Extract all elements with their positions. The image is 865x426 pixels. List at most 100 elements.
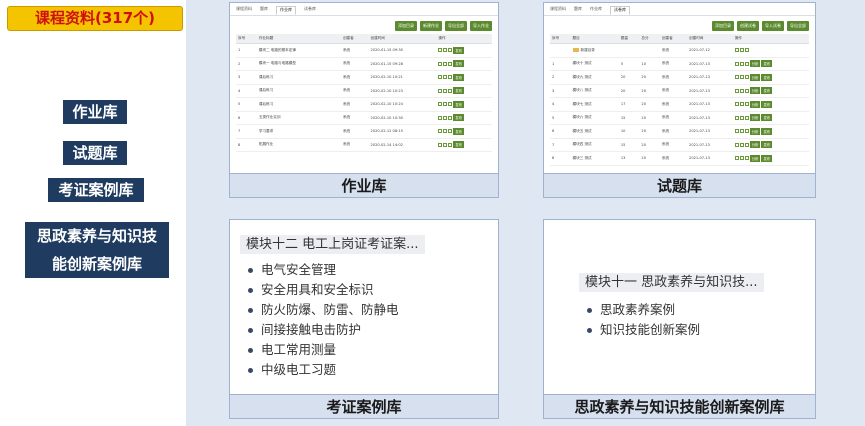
edit-icon[interactable] [734,142,739,147]
view-icon[interactable] [744,88,749,93]
copy-icon[interactable] [443,142,448,147]
mini-tab[interactable]: 试卷库 [304,6,316,15]
mini-action-button[interactable]: 导入作业 [470,21,492,31]
mini-action-button[interactable]: 新建作业 [420,21,442,31]
copy-icon[interactable] [739,48,744,53]
mini-action-button[interactable]: 导入试卷 [762,21,784,31]
row-op-button[interactable]: 发布 [761,141,773,149]
folder-row[interactable]: 新建目录 系统 2021-07-12 [550,43,809,58]
mini-action-button[interactable]: 添加目录 [395,21,417,31]
view-icon[interactable] [448,129,453,134]
edit-icon[interactable] [734,61,739,66]
row-op-button[interactable]: 分析 [749,141,761,149]
row-op-button[interactable]: 分析 [749,114,761,122]
edit-icon[interactable] [734,75,739,80]
view-icon[interactable] [744,102,749,107]
edit-icon[interactable] [438,102,443,107]
view-icon[interactable] [448,61,453,66]
table-row[interactable]: 2 模块九 测试 20 20 系统 2021-07-13 分析 发布 [550,70,809,85]
mini-tab[interactable]: 题库 [260,6,268,15]
copy-icon[interactable] [443,129,448,134]
nav-ideology-innovation-case-library[interactable]: 思政素养与知识技 能创新案例库 [25,222,169,278]
mini-tab[interactable]: 题库 [574,6,582,15]
mini-action-button[interactable]: 添加目录 [712,21,734,31]
nav-certification-case-library[interactable]: 考证案例库 [48,178,144,202]
view-icon[interactable] [448,88,453,93]
table-row[interactable]: 1 模块十 测试 5 10 系统 2021-07-13 分析 发布 [550,57,809,71]
table-row[interactable]: 2 模块一 电路与电路模型 系统 2020-01-15 09:28 发布 [236,57,492,71]
edit-icon[interactable] [438,61,443,66]
copy-icon[interactable] [739,61,744,66]
copy-icon[interactable] [739,102,744,107]
row-op-button[interactable]: 发布 [761,100,773,108]
table-row[interactable]: 5 模块六 测试 15 20 系统 2021-07-13 分析 发布 [550,111,809,125]
copy-icon[interactable] [739,88,744,93]
mini-action-button[interactable]: 创建试卷 [737,21,759,31]
view-icon[interactable] [744,129,749,134]
edit-icon[interactable] [734,115,739,120]
row-op-button[interactable]: 发布 [761,73,773,81]
table-row[interactable]: 3 模块八 测试 20 20 系统 2021-07-13 分析 发布 [550,84,809,98]
row-op-button[interactable]: 发布 [761,60,773,68]
table-row[interactable]: 7 学习要求 系统 2020-02-12 08:15 发布 [236,124,492,139]
view-icon[interactable] [744,156,749,161]
row-op-button[interactable]: 分析 [749,127,761,135]
row-op-button[interactable]: 发布 [761,114,773,122]
copy-icon[interactable] [443,115,448,120]
mini-action-button[interactable]: 导出全部 [445,21,467,31]
mini-tab[interactable]: 课程资料 [236,6,252,15]
edit-icon[interactable] [734,102,739,107]
edit-icon[interactable] [734,129,739,134]
edit-icon[interactable] [438,115,443,120]
mini-tab[interactable]: 作业库 [276,6,296,15]
view-icon[interactable] [744,142,749,147]
edit-icon[interactable] [734,88,739,93]
mini-tab[interactable]: 试卷库 [610,6,630,15]
row-op-button[interactable]: 发布 [453,87,465,95]
copy-icon[interactable] [739,75,744,80]
row-op-button[interactable]: 发布 [453,114,465,122]
edit-icon[interactable] [438,48,443,53]
table-row[interactable]: 5 课后练习 系统 2020-02-10 10:24 发布 [236,97,492,112]
view-icon[interactable] [448,48,453,53]
row-op-button[interactable]: 发布 [453,127,465,135]
mini-action-button[interactable]: 导出全部 [787,21,809,31]
row-op-button[interactable]: 发布 [761,87,773,95]
view-icon[interactable] [744,48,749,53]
edit-icon[interactable] [734,156,739,161]
row-op-button[interactable]: 发布 [761,154,773,162]
copy-icon[interactable] [739,129,744,134]
nav-question-library[interactable]: 试题库 [63,141,127,165]
view-icon[interactable] [448,102,453,107]
copy-icon[interactable] [739,115,744,120]
nav-homework-library[interactable]: 作业库 [63,100,127,124]
table-row[interactable]: 6 模块五 测试 10 20 系统 2021-07-13 分析 发布 [550,124,809,139]
row-op-button[interactable]: 发布 [453,141,465,149]
row-op-button[interactable]: 发布 [453,73,465,81]
copy-icon[interactable] [443,88,448,93]
view-icon[interactable] [744,61,749,66]
row-op-button[interactable]: 发布 [761,127,773,135]
row-op-button[interactable]: 分析 [749,100,761,108]
view-icon[interactable] [744,75,749,80]
table-row[interactable]: 4 模块七 测试 17 20 系统 2021-07-13 分析 发布 [550,97,809,112]
edit-icon[interactable] [438,75,443,80]
table-row[interactable]: 8 模块三 测试 13 20 系统 2021-07-13 分析 发布 [550,151,809,166]
copy-icon[interactable] [443,75,448,80]
edit-icon[interactable] [438,129,443,134]
row-op-button[interactable]: 发布 [453,60,465,68]
view-icon[interactable] [448,142,453,147]
copy-icon[interactable] [443,102,448,107]
row-op-button[interactable]: 发布 [453,100,465,108]
row-op-button[interactable]: 发布 [453,46,465,54]
mini-tab[interactable]: 作业库 [590,6,602,15]
view-icon[interactable] [448,75,453,80]
view-icon[interactable] [448,115,453,120]
edit-icon[interactable] [438,142,443,147]
table-row[interactable]: 6 五类作业实训 系统 2020-02-10 10:30 发布 [236,111,492,125]
copy-icon[interactable] [739,142,744,147]
row-op-button[interactable]: 分析 [749,87,761,95]
table-row[interactable]: 8 拓展作业 系统 2020-02-14 14:02 发布 [236,138,492,152]
mini-tab[interactable]: 课程资料 [550,6,566,15]
table-row[interactable]: 7 模块四 测试 15 20 系统 2021-07-13 分析 发布 [550,138,809,152]
